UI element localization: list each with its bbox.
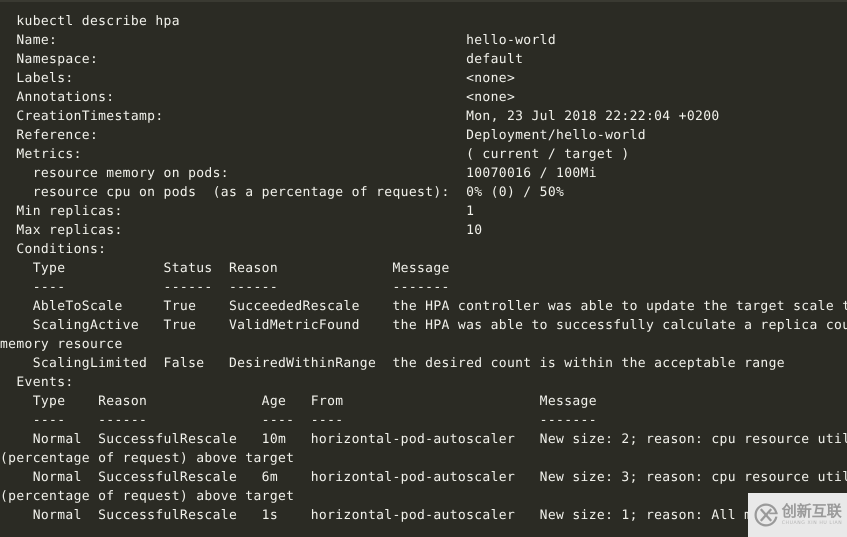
terminal-window[interactable]: kubectl describe hpa Name: hello-world N…	[0, 0, 847, 537]
events-table-header: Type Reason Age From Message	[0, 394, 597, 409]
watermark-text: 创新互联 CHUANG XIN HU LIAN	[781, 501, 843, 527]
events-table-row: Normal SuccessfulRescale 10m horizontal-…	[0, 432, 847, 447]
events-table-row-wrap: (percentage of request) above target	[0, 451, 295, 466]
field-labels: Labels: <none>	[0, 71, 516, 86]
conditions-table-row: AbleToScale True SucceededRescale the HP…	[0, 299, 847, 314]
field-name: Name: hello-world	[0, 33, 557, 48]
events-table-rule: ---- ------ ---- ---- -------	[0, 413, 597, 428]
metric-memory-row: resource memory on pods: 10070016 / 100M…	[0, 166, 597, 181]
field-namespace: Namespace: default	[0, 52, 524, 67]
metric-cpu-row: resource cpu on pods (as a percentage of…	[0, 185, 565, 200]
conditions-table-row: ScalingLimited False DesiredWithinRange …	[0, 356, 785, 371]
watermark-brand-pinyin: CHUANG XIN HU LIAN	[781, 520, 843, 526]
watermark-brand-cn: 创新互联	[781, 501, 842, 520]
field-creation-timestamp: CreationTimestamp: Mon, 23 Jul 2018 22:2…	[0, 109, 720, 124]
events-section-label: Events:	[0, 375, 74, 390]
conditions-table-row-wrap: memory resource	[0, 337, 123, 352]
field-annotations: Annotations: <none>	[0, 90, 516, 105]
terminal-output: kubectl describe hpa Name: hello-world N…	[0, 12, 847, 525]
command-line: kubectl describe hpa	[0, 14, 180, 29]
field-min-replicas: Min replicas: 1	[0, 204, 475, 219]
events-table-row-wrap: (percentage of request) above target	[0, 489, 295, 504]
watermark: 创新互联 CHUANG XIN HU LIAN	[748, 493, 847, 537]
field-metrics: Metrics: ( current / target )	[0, 147, 630, 162]
conditions-table-rule: ---- ------ ------ -------	[0, 280, 450, 295]
watermark-logo-icon	[754, 503, 779, 527]
field-reference: Reference: Deployment/hello-world	[0, 128, 646, 143]
conditions-table-row: ScalingActive True ValidMetricFound the …	[0, 318, 847, 333]
conditions-table-header: Type Status Reason Message	[0, 261, 450, 276]
events-table-row: Normal SuccessfulRescale 6m horizontal-p…	[0, 470, 847, 485]
conditions-section-label: Conditions:	[0, 242, 107, 257]
field-max-replicas: Max replicas: 10	[0, 223, 483, 238]
events-table-row: Normal SuccessfulRescale 1s horizontal-p…	[0, 508, 835, 523]
